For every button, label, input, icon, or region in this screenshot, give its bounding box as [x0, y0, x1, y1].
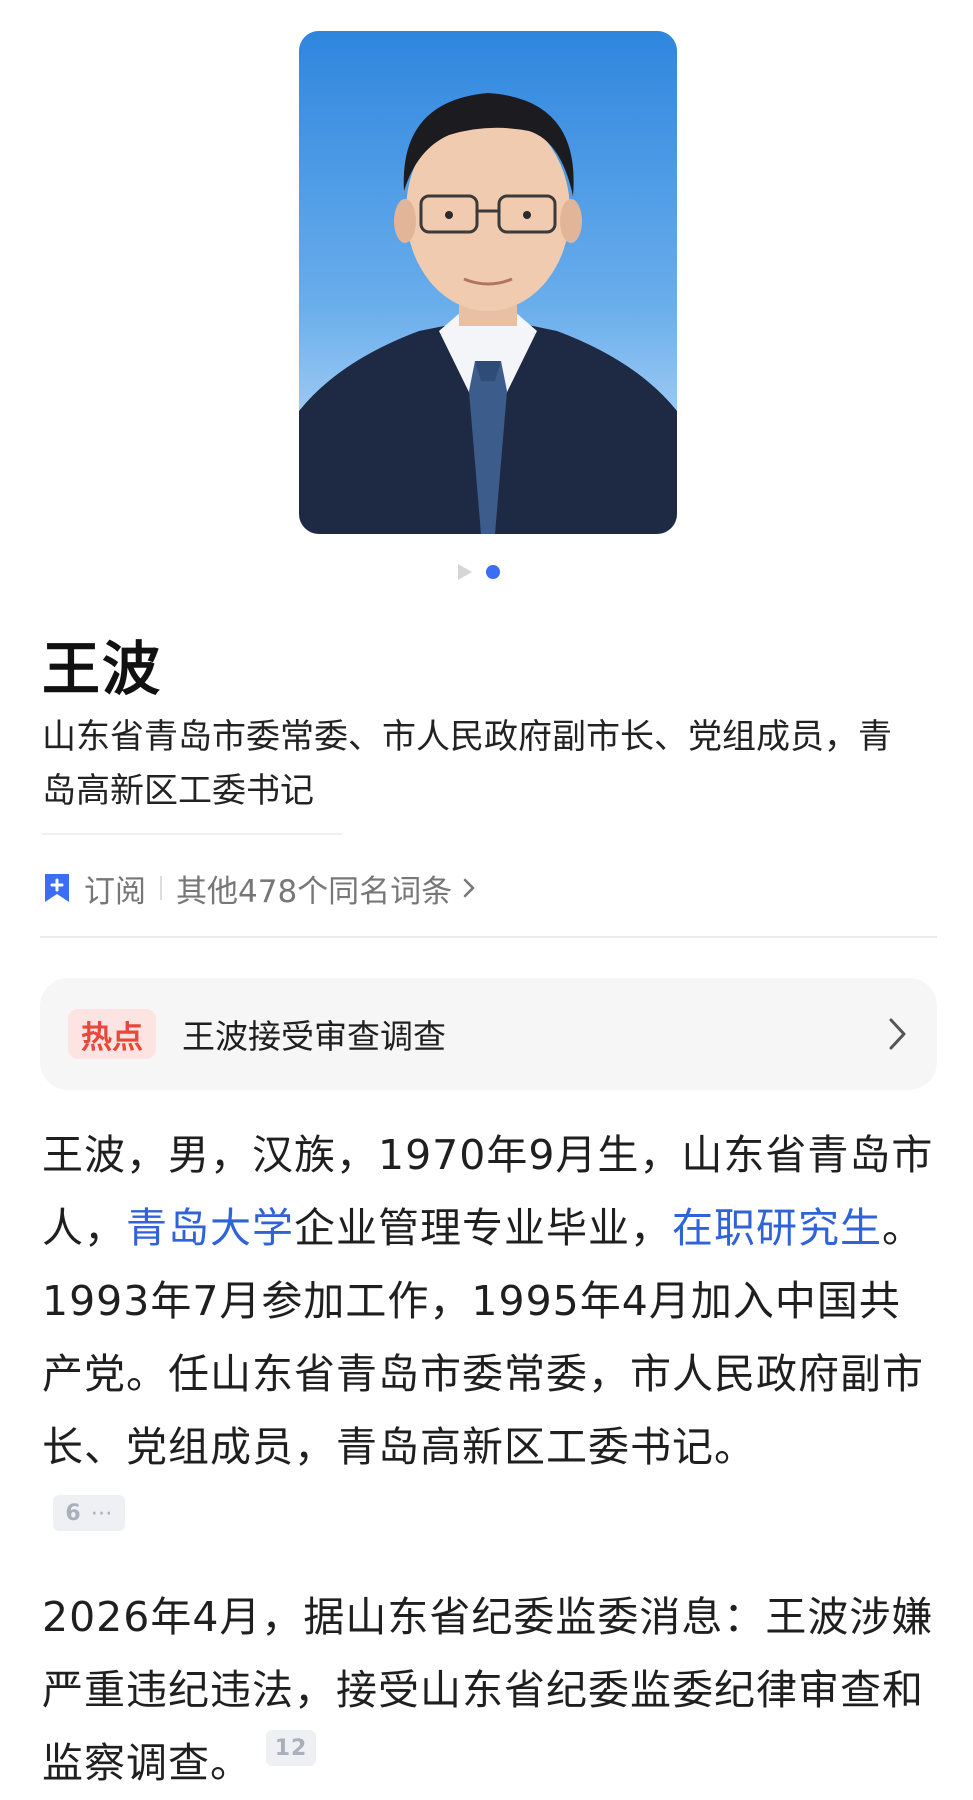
portrait-photo[interactable]	[299, 31, 677, 534]
news-text: 2026年4月，据山东省纪委监委消息：王波涉嫌严重违纪违法，接受山东省纪委监委纪…	[42, 1593, 934, 1787]
more-references: ⋯	[90, 1500, 113, 1526]
hot-news-title[interactable]: 王波接受审查调查	[182, 1010, 446, 1058]
hot-badge: 热点	[68, 1009, 156, 1059]
subscribe-button[interactable]: 订阅	[84, 866, 146, 911]
bookmark-add-icon[interactable]	[42, 872, 72, 904]
bio-paragraph: 王波，男，汉族，1970年9月生，山东省青岛市人，青岛大学企业管理专业毕业，在职…	[42, 1119, 939, 1484]
divider	[40, 936, 937, 938]
separator	[160, 876, 162, 900]
news-paragraph: 2026年4月，据山东省纪委监委消息：王波涉嫌严重违纪违法，接受山东省纪委监委纪…	[42, 1581, 939, 1800]
active-dot-icon[interactable]	[486, 565, 500, 579]
link-postgraduate[interactable]: 在职研究生	[672, 1204, 882, 1252]
same-name-entries-link[interactable]: 其他478个同名词条	[176, 866, 452, 911]
portrait-image	[299, 31, 677, 534]
divider	[42, 833, 342, 835]
video-dot-icon[interactable]	[458, 564, 472, 580]
reference-badge[interactable]: 12	[266, 1730, 316, 1766]
chevron-right-icon	[889, 1018, 906, 1050]
carousel-indicator[interactable]	[458, 562, 500, 582]
chevron-right-icon	[463, 878, 475, 898]
page-title: 王波	[42, 635, 163, 703]
page-subtitle: 山东省青岛市委常委、市人民政府副市长、党组成员，青岛高新区工委书记	[42, 717, 892, 811]
reference-badge[interactable]: 6 ⋯	[53, 1495, 125, 1531]
subscribe-row: 订阅 其他478个同名词条	[42, 864, 476, 912]
hot-news-card[interactable]: 热点 王波接受审查调查	[40, 978, 937, 1090]
reference-number: 6	[65, 1500, 81, 1526]
link-qingdao-university[interactable]: 青岛大学	[126, 1204, 294, 1252]
bio-text: 企业管理专业毕业，	[294, 1204, 672, 1252]
